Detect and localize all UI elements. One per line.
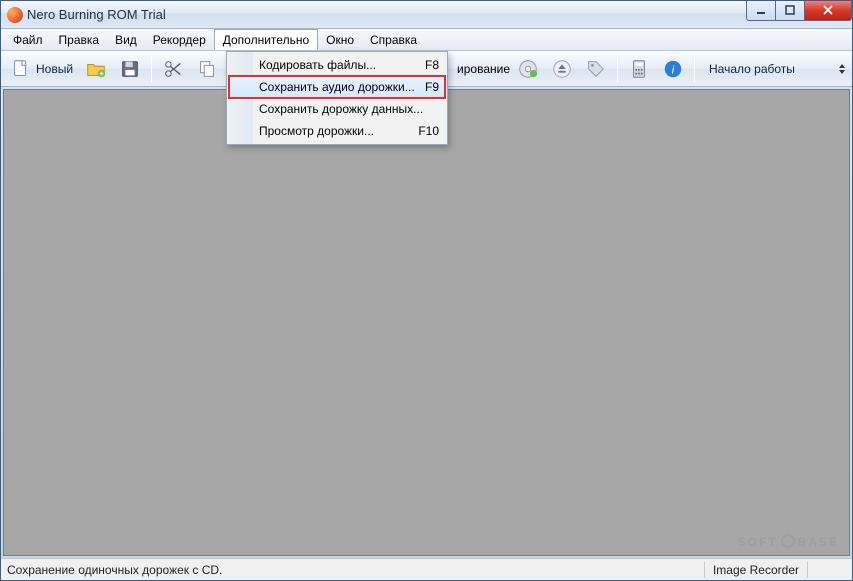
- menuitem-shortcut: F10: [418, 124, 439, 138]
- status-recorder: Image Recorder: [713, 563, 799, 577]
- eject-button[interactable]: [546, 54, 578, 84]
- status-separator: [704, 562, 705, 578]
- extras-dropdown: Кодировать файлы... F8 Сохранить аудио д…: [226, 51, 448, 145]
- start-button[interactable]: Начало работы: [700, 54, 800, 84]
- content-area: SOFT BASE: [3, 89, 850, 556]
- new-button-label: Новый: [36, 62, 73, 76]
- watermark-right: BASE: [798, 535, 839, 549]
- menu-view[interactable]: Вид: [107, 29, 145, 50]
- menu-file[interactable]: Файл: [5, 29, 51, 50]
- floppy-disk-icon: [119, 58, 141, 80]
- watermark-ring-icon: [781, 534, 795, 548]
- maximize-button[interactable]: [775, 1, 805, 21]
- menu-label: Дополнительно: [223, 33, 309, 47]
- toolbar-overflow[interactable]: [836, 64, 848, 74]
- statusbar: Сохранение одиночных дорожек с CD. Image…: [1, 558, 852, 580]
- status-text: Сохранение одиночных дорожек с CD.: [7, 563, 222, 577]
- info-button[interactable]: i: [657, 54, 689, 84]
- menuitem-label: Кодировать файлы...: [259, 58, 376, 72]
- save-button[interactable]: [114, 54, 146, 84]
- window-title: Nero Burning ROM Trial: [27, 7, 166, 22]
- menu-recorder[interactable]: Рекордер: [145, 29, 214, 50]
- menubar: Файл Правка Вид Рекордер Дополнительно О…: [1, 29, 852, 51]
- minimize-icon: [756, 5, 766, 15]
- open-button[interactable]: [80, 54, 112, 84]
- close-icon: [823, 5, 833, 15]
- menu-label: Справка: [370, 33, 417, 47]
- folder-open-icon: [85, 58, 107, 80]
- calculator-icon: [628, 58, 650, 80]
- separator: [151, 56, 152, 82]
- label-button[interactable]: [580, 54, 612, 84]
- disc-button[interactable]: [512, 54, 544, 84]
- chevron-down-icon: [839, 70, 845, 74]
- separator: [694, 56, 695, 82]
- menu-edit[interactable]: Правка: [51, 29, 108, 50]
- window-buttons: [747, 1, 852, 21]
- copy-disc-label-partial: ирование: [457, 62, 510, 76]
- start-button-label: Начало работы: [709, 62, 795, 76]
- app-window: Nero Burning ROM Trial Файл Правка Вид Р…: [0, 0, 853, 581]
- menu-window[interactable]: Окно: [318, 29, 362, 50]
- menuitem-shortcut: F8: [425, 58, 439, 72]
- chevron-up-icon: [839, 64, 845, 68]
- disc-icon: [517, 58, 539, 80]
- copy-icon: [196, 58, 218, 80]
- menu-label: Рекордер: [153, 33, 206, 47]
- eject-icon: [551, 58, 573, 80]
- close-button[interactable]: [804, 1, 852, 21]
- cut-button[interactable]: [157, 54, 189, 84]
- info-icon: i: [662, 58, 684, 80]
- scissors-icon: [162, 58, 184, 80]
- status-separator: [807, 562, 808, 578]
- menuitem-encode-files[interactable]: Кодировать файлы... F8: [229, 54, 445, 76]
- menu-extras[interactable]: Дополнительно: [214, 29, 318, 50]
- titlebar[interactable]: Nero Burning ROM Trial: [1, 1, 852, 29]
- menuitem-save-data-track[interactable]: Сохранить дорожку данных...: [229, 98, 445, 120]
- menuitem-label: Сохранить аудио дорожки...: [259, 80, 415, 94]
- watermark-left: SOFT: [738, 535, 778, 549]
- tag-icon: [585, 58, 607, 80]
- calc-button[interactable]: [623, 54, 655, 84]
- menu-label: Правка: [59, 33, 100, 47]
- minimize-button[interactable]: [746, 1, 776, 21]
- menu-help[interactable]: Справка: [362, 29, 425, 50]
- menu-label: Окно: [326, 33, 354, 47]
- menu-label: Файл: [13, 33, 43, 47]
- separator: [617, 56, 618, 82]
- app-icon: [7, 7, 23, 23]
- watermark: SOFT BASE: [738, 533, 839, 549]
- menuitem-label: Просмотр дорожки...: [259, 124, 374, 138]
- new-document-icon: [10, 58, 32, 80]
- menuitem-label: Сохранить дорожку данных...: [259, 102, 423, 116]
- copy-button[interactable]: [191, 54, 223, 84]
- new-button[interactable]: Новый: [5, 54, 78, 84]
- menuitem-view-track[interactable]: Просмотр дорожки... F10: [229, 120, 445, 142]
- maximize-icon: [785, 5, 795, 15]
- menu-label: Вид: [115, 33, 137, 47]
- menuitem-shortcut: F9: [425, 80, 439, 94]
- menuitem-save-audio-tracks[interactable]: Сохранить аудио дорожки... F9: [229, 76, 445, 98]
